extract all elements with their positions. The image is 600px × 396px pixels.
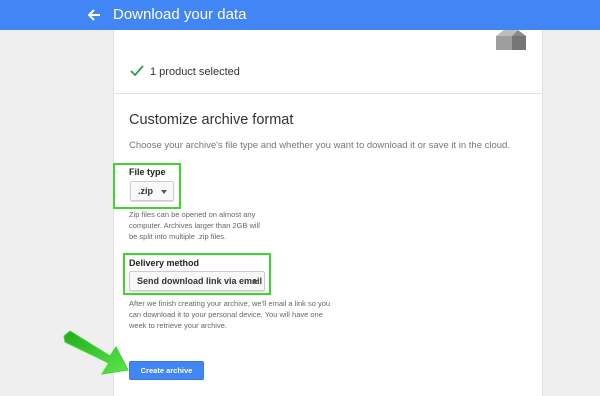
app-header: Download your data <box>0 0 600 30</box>
checkmark-icon <box>130 65 144 77</box>
delivery-method-dropdown[interactable]: Send download link via email <box>129 271 265 291</box>
archive-box-icon <box>496 30 526 50</box>
file-type-value: .zip <box>138 186 153 196</box>
back-arrow-icon[interactable] <box>84 5 104 25</box>
file-type-dropdown[interactable]: .zip <box>130 181 174 201</box>
caret-down-icon <box>161 190 167 194</box>
caret-down-icon <box>252 280 258 284</box>
delivery-method-label: Delivery method <box>129 258 200 268</box>
pointer-arrow-icon <box>63 330 129 375</box>
file-type-label: File type <box>129 167 166 177</box>
create-archive-button[interactable]: Create archive <box>129 361 204 380</box>
section-title: Customize archive format <box>129 112 294 128</box>
delivery-method-value: Send download link via email <box>137 276 263 286</box>
products-selected-row[interactable]: 1 product selected <box>113 52 543 94</box>
file-type-help: Zip files can be opened on almost any co… <box>129 210 260 241</box>
products-selected-text: 1 product selected <box>150 66 240 78</box>
create-archive-label: Create archive <box>140 366 193 375</box>
page-title: Download your data <box>113 6 247 23</box>
section-description: Choose your archive's file type and whet… <box>129 140 510 151</box>
delivery-method-help: After we finish creating your archive, w… <box>129 299 331 330</box>
